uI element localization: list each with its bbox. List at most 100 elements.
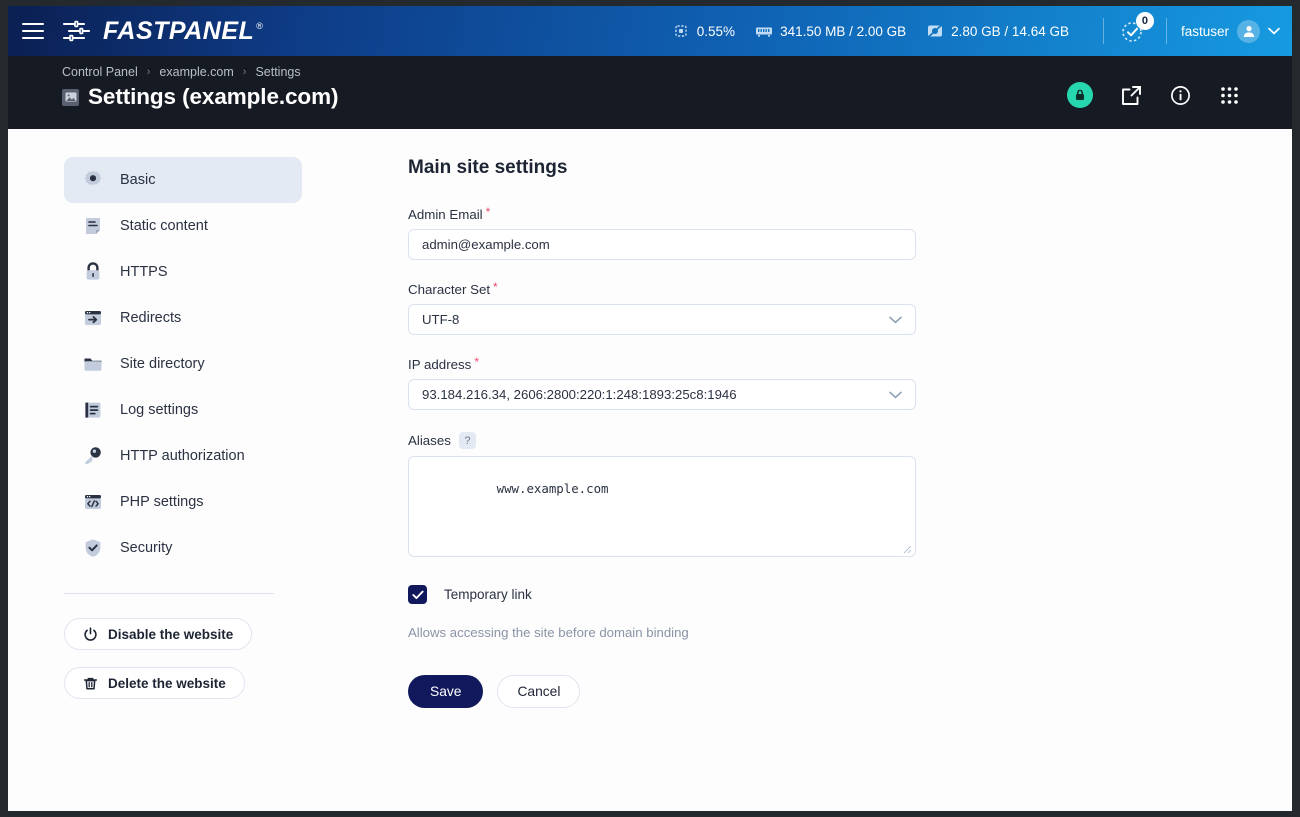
temporary-link-hint: Allows accessing the site before domain … — [408, 625, 689, 640]
divider — [1165, 18, 1167, 44]
settings-form: Main site settings Admin Email * Charact… — [302, 157, 916, 716]
memory-stat-value: 341.50 MB / 2.00 GB — [780, 23, 907, 39]
memory-stat[interactable]: 341.50 MB / 2.00 GB — [755, 23, 906, 39]
breadcrumb-item-settings: Settings — [255, 65, 301, 79]
field-admin-email: Admin Email * — [408, 204, 916, 260]
breadcrumb-item-example-com[interactable]: example.com — [159, 65, 233, 79]
sidebar-item-label: Redirects — [120, 310, 182, 326]
breadcrumb-separator-icon: › — [242, 66, 247, 78]
brand-name: FASTPANEL — [103, 16, 255, 45]
cancel-button[interactable]: Cancel — [497, 675, 581, 708]
page-header-actions — [1067, 82, 1240, 108]
chevron-down-icon — [889, 316, 902, 323]
sidebar-item-https[interactable]: HTTPS — [64, 249, 302, 295]
disk-stat[interactable]: 2.80 GB / 14.64 GB — [926, 23, 1069, 39]
trash-icon — [83, 677, 98, 690]
hamburger-icon[interactable] — [22, 23, 44, 39]
image-placeholder-icon — [62, 88, 79, 106]
cpu-stat[interactable]: 0.55% — [672, 23, 735, 39]
fastpanel-logo[interactable]: FASTPANEL ® — [62, 17, 263, 46]
sidebar-item-redirects[interactable]: Redirects — [64, 295, 302, 341]
delete-website-label: Delete the website — [108, 675, 226, 691]
log-list-icon — [85, 402, 101, 418]
field-character-set: Character Set * UTF-8 — [408, 280, 916, 335]
info-circle-icon[interactable] — [1170, 85, 1191, 106]
save-button[interactable]: Save — [408, 675, 484, 708]
aliases-textarea[interactable]: www.example.com — [408, 456, 916, 557]
ip-address-label: IP address * — [408, 354, 916, 373]
disable-website-button[interactable]: Disable the website — [64, 618, 253, 650]
folder-icon — [84, 358, 102, 371]
character-set-label: Character Set * — [408, 280, 916, 298]
cpu-stat-value: 0.55% — [696, 23, 736, 39]
form-actions: Save Cancel — [408, 675, 916, 708]
resize-grip-icon[interactable] — [901, 543, 912, 554]
temporary-link-row: Temporary link — [408, 585, 916, 604]
image-glyph — [65, 92, 76, 102]
padlock-icon — [86, 262, 100, 280]
notifications-button[interactable]: 0 — [1118, 12, 1154, 46]
disk-icon — [928, 24, 943, 38]
chevron-down-icon — [889, 391, 902, 398]
chevron-down-icon — [1268, 27, 1280, 35]
breadcrumb-item-control-panel[interactable]: Control Panel — [62, 65, 138, 79]
aliases-value: www.example.com — [496, 481, 609, 496]
shield-check-icon — [85, 539, 101, 557]
temporary-link-checkbox[interactable] — [408, 585, 427, 604]
power-icon — [84, 626, 97, 641]
required-asterisk: * — [485, 204, 491, 219]
page-header: Control Panel › example.com › Settings S… — [8, 56, 1292, 129]
user-avatar-icon — [1243, 26, 1254, 37]
sidebar-item-label: Log settings — [120, 402, 199, 418]
notification-count-badge: 0 — [1135, 12, 1154, 30]
divider — [1102, 18, 1104, 44]
sidebar-item-http-authorization[interactable]: HTTP authorization — [64, 433, 302, 479]
character-set-select[interactable]: UTF-8 — [408, 304, 916, 335]
sidebar-item-security[interactable]: Security — [64, 525, 302, 571]
document-icon — [86, 218, 100, 234]
field-ip-address: IP address * 93.184.216.34, 2606:2800:22… — [408, 354, 916, 410]
sidebar-item-static-content[interactable]: Static content — [64, 203, 302, 249]
external-link-icon[interactable] — [1121, 85, 1142, 106]
lock-badge-icon[interactable] — [1067, 82, 1093, 108]
aliases-label: Aliases ? — [408, 432, 916, 449]
equalizer-logo-icon — [62, 20, 91, 41]
redirect-icon — [85, 311, 101, 325]
sidebar-item-label: Site directory — [120, 356, 205, 372]
section-title: Main site settings — [408, 157, 568, 178]
label-text: IP address — [408, 357, 472, 372]
question-mark-icon[interactable]: ? — [458, 432, 476, 449]
cpu-icon — [675, 25, 687, 37]
disk-stat-value: 2.80 GB / 14.64 GB — [951, 23, 1069, 39]
sidebar-item-site-directory[interactable]: Site directory — [64, 341, 302, 387]
sidebar-item-php-settings[interactable]: PHP settings — [64, 479, 302, 525]
sidebar-item-log-settings[interactable]: Log settings — [64, 387, 302, 433]
sidebar-item-label: Static content — [120, 218, 208, 234]
apps-grid-icon[interactable] — [1219, 85, 1240, 106]
registered-mark: ® — [256, 20, 263, 31]
required-asterisk: * — [474, 354, 479, 369]
ip-address-value: 93.184.216.34, 2606:2800:220:1:248:1893:… — [422, 387, 737, 402]
sidebar-divider — [64, 593, 274, 594]
padlock-glyph — [1076, 89, 1084, 100]
sidebar-item-label: PHP settings — [120, 494, 204, 510]
admin-email-input[interactable] — [408, 229, 916, 260]
page-title: Settings (example.com) — [88, 84, 339, 109]
label-text: Character Set — [408, 282, 491, 297]
app-frame: FASTPANEL ® 0.55% 341.50 MB / 2.00 GB 2.… — [8, 6, 1292, 811]
user-name: fastuser — [1180, 23, 1229, 39]
admin-email-label: Admin Email * — [408, 204, 916, 223]
character-set-value: UTF-8 — [422, 312, 460, 327]
delete-website-button[interactable]: Delete the website — [64, 667, 245, 699]
sidebar-item-basic[interactable]: Basic — [64, 157, 302, 203]
hamburger-line — [22, 37, 44, 39]
user-menu[interactable]: fastuser — [1180, 19, 1280, 43]
breadcrumb: Control Panel › example.com › Settings — [62, 65, 1292, 79]
sidebar-item-label: HTTP authorization — [120, 448, 245, 464]
ip-address-select[interactable]: 93.184.216.34, 2606:2800:220:1:248:1893:… — [408, 379, 916, 410]
check-icon — [411, 590, 424, 599]
ram-icon — [756, 27, 773, 37]
sidebar-item-label: HTTPS — [120, 264, 168, 280]
temporary-link-label: Temporary link — [444, 587, 532, 602]
topbar-right-cluster: 0.55% 341.50 MB / 2.00 GB 2.80 GB / 14.6… — [672, 6, 1292, 56]
